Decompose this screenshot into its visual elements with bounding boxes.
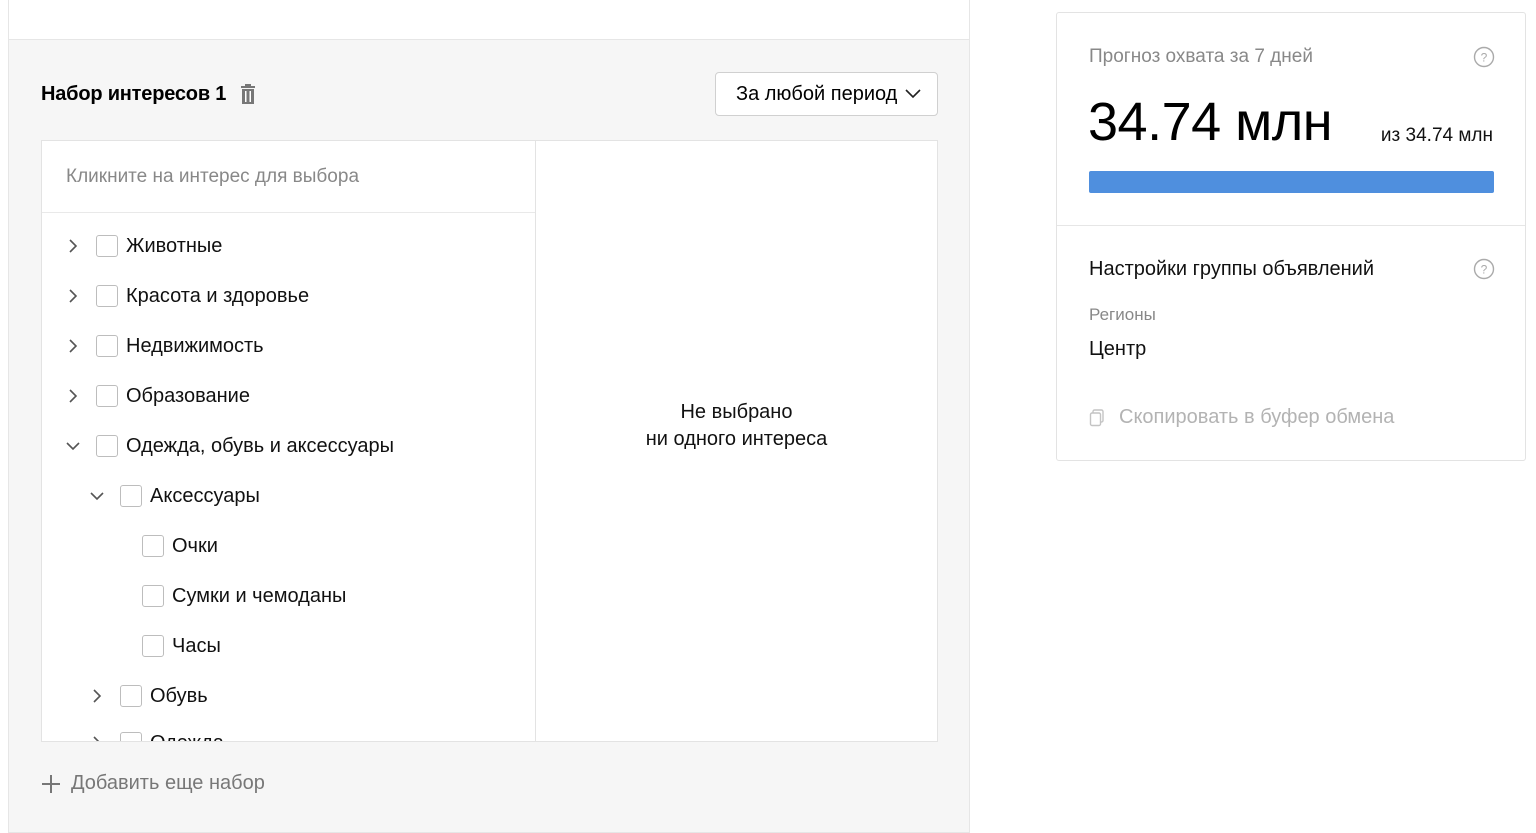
copy-label: Скопировать в буфер обмена xyxy=(1119,406,1395,428)
tree-item-label: Очки xyxy=(172,534,218,557)
tree-item[interactable]: Очки xyxy=(142,531,218,561)
tree-item[interactable]: Образование xyxy=(66,381,250,411)
set-title-row: Набор интересов 1 xyxy=(41,80,258,108)
tree-item-label: Животные xyxy=(126,234,223,257)
copy-to-clipboard-link[interactable]: Скопировать в буфер обмена xyxy=(1089,406,1394,429)
tree-item[interactable]: Сумки и чемоданы xyxy=(142,581,346,611)
chevron-down-icon[interactable] xyxy=(66,439,80,453)
checkbox[interactable] xyxy=(142,535,164,557)
chevron-down-icon xyxy=(905,89,921,99)
empty-line-1: Не выбрано xyxy=(680,401,793,423)
tree-item-label: Образование xyxy=(126,384,250,407)
chevron-right-icon[interactable] xyxy=(66,289,80,303)
tree-item-label: Одежда, обувь и аксессуары xyxy=(126,434,395,457)
tree-item[interactable]: Красота и здоровье xyxy=(66,281,309,311)
chevron-down-icon[interactable] xyxy=(90,489,104,503)
checkbox[interactable] xyxy=(120,732,142,741)
regions-label: Регионы xyxy=(1089,305,1156,324)
tree-item[interactable]: Одежда xyxy=(90,728,224,741)
period-select-label: За любой период xyxy=(736,82,898,105)
picker-hint: Кликните на интерес для выбора xyxy=(42,141,535,213)
checkbox[interactable] xyxy=(142,585,164,607)
selected-interests-pane: Не выбрано ни одного интереса xyxy=(536,141,937,741)
tree-item-label: Сумки и чемоданы xyxy=(172,584,347,607)
tree-item[interactable]: Животные xyxy=(66,231,222,261)
settings-title: Настройки группы объявлений xyxy=(1089,258,1374,280)
copy-icon xyxy=(1089,408,1104,426)
help-icon[interactable]: ? xyxy=(1473,46,1495,68)
forecast-title: Прогноз охвата за 7 дней xyxy=(1089,46,1313,67)
forecast-value: 34.74 млн xyxy=(1088,92,1333,152)
forecast-section: Прогноз охвата за 7 дней ? 34.74 млн из … xyxy=(1057,13,1525,226)
checkbox[interactable] xyxy=(120,485,142,507)
chevron-right-icon[interactable] xyxy=(90,736,104,741)
reach-progress-fill xyxy=(1089,171,1494,193)
reach-progress-bar xyxy=(1089,171,1494,193)
tree-item[interactable]: Недвижимость xyxy=(66,331,264,361)
interest-picker: Кликните на интерес для выбора Животные … xyxy=(41,140,938,742)
tree-item-label: Часы xyxy=(172,634,221,657)
checkbox[interactable] xyxy=(142,635,164,657)
checkbox[interactable] xyxy=(96,335,118,357)
tree-item-label: Обувь xyxy=(150,684,208,707)
add-set-button[interactable]: Добавить еще набор xyxy=(41,772,265,795)
tree-item[interactable]: Обувь xyxy=(90,681,208,711)
region-value: Центр xyxy=(1089,338,1147,360)
checkbox[interactable] xyxy=(96,235,118,257)
tree-item[interactable]: Аксессуары xyxy=(90,481,260,511)
chevron-right-icon[interactable] xyxy=(66,339,80,353)
tree-item-label: Красота и здоровье xyxy=(126,284,310,307)
trash-icon[interactable] xyxy=(238,83,258,105)
checkbox[interactable] xyxy=(120,685,142,707)
empty-selection-message: Не выбрано ни одного интереса xyxy=(646,399,827,453)
checkbox[interactable] xyxy=(96,385,118,407)
interest-tree-pane: Кликните на интерес для выбора Животные … xyxy=(42,141,536,741)
forecast-total: из 34.74 млн xyxy=(1380,125,1493,146)
tree-item-label: Недвижимость xyxy=(126,334,264,357)
add-set-label: Добавить еще набор xyxy=(71,772,265,794)
tree-item[interactable]: Одежда, обувь и аксессуары xyxy=(66,431,394,461)
chevron-right-icon[interactable] xyxy=(66,239,80,253)
svg-text:?: ? xyxy=(1481,51,1488,65)
period-select[interactable]: За любой период xyxy=(715,72,938,116)
chevron-right-icon[interactable] xyxy=(90,689,104,703)
top-strip xyxy=(8,0,970,40)
plus-icon xyxy=(42,774,60,793)
checkbox[interactable] xyxy=(96,285,118,307)
help-icon[interactable]: ? xyxy=(1473,258,1495,280)
checkbox[interactable] xyxy=(96,435,118,457)
tree-item-label: Аксессуары xyxy=(150,484,260,507)
chevron-right-icon[interactable] xyxy=(66,389,80,403)
interest-set-panel: Набор интересов 1 За любой период Кликни… xyxy=(8,40,970,833)
empty-line-2: ни одного интереса xyxy=(645,428,828,450)
tree-item-label: Одежда xyxy=(150,732,224,742)
tree-item[interactable]: Часы xyxy=(142,631,221,661)
svg-text:?: ? xyxy=(1481,263,1488,277)
set-title: Набор интересов 1 xyxy=(41,82,227,105)
forecast-card: Прогноз охвата за 7 дней ? 34.74 млн из … xyxy=(1056,12,1526,461)
